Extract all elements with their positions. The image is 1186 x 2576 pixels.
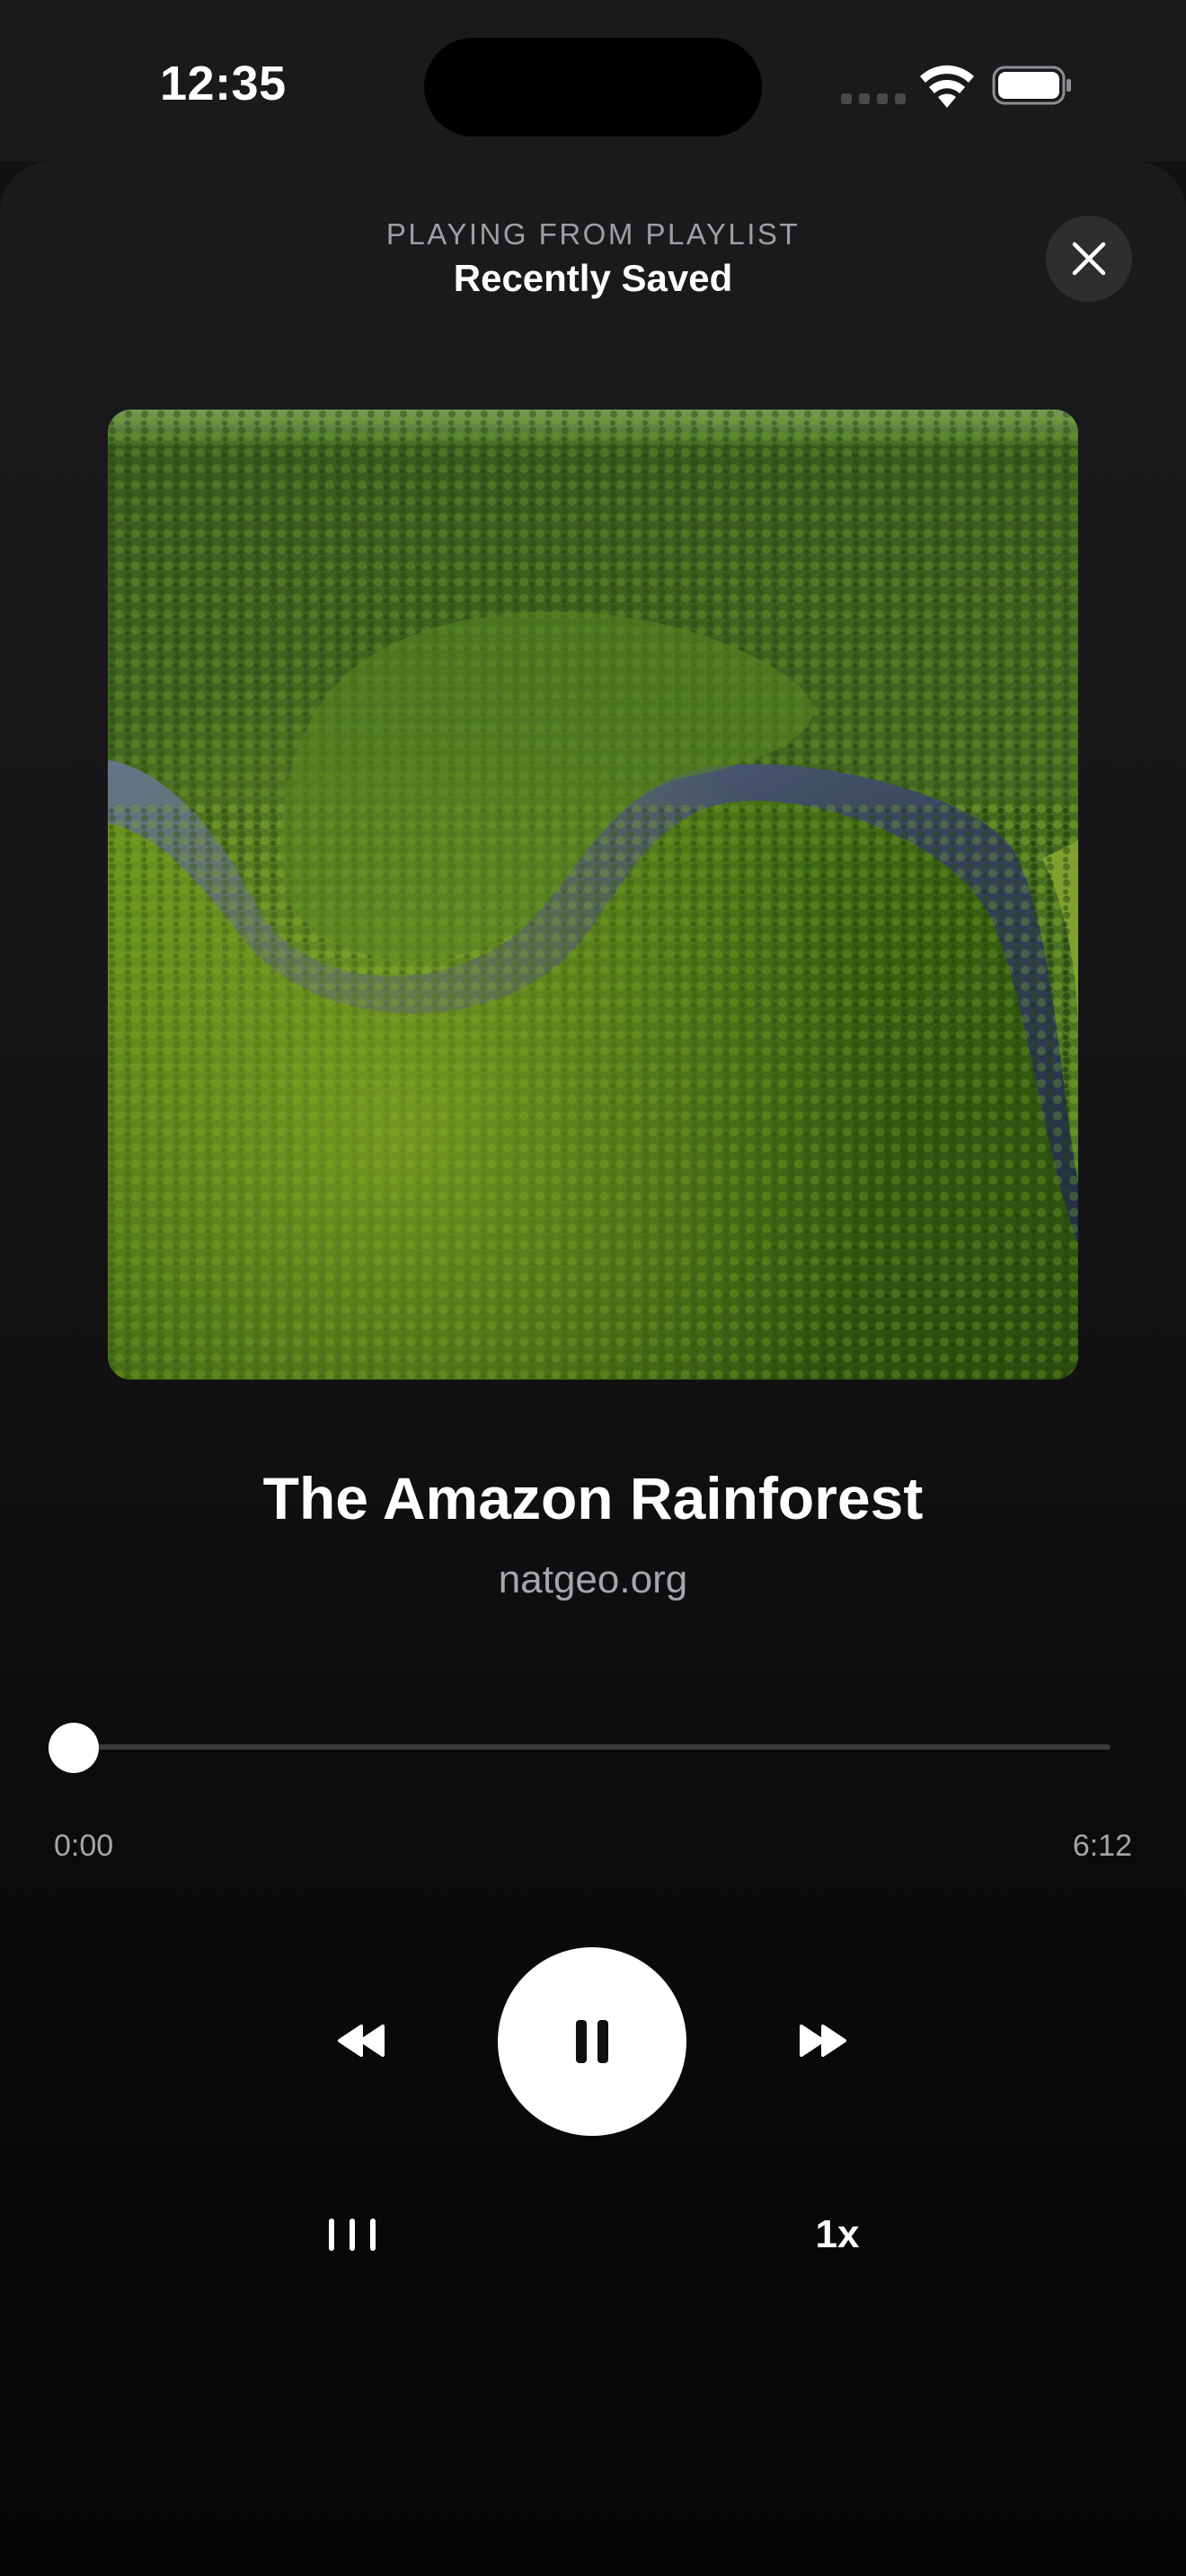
- progress-thumb[interactable]: [49, 1723, 99, 1773]
- status-bar: 12:35: [0, 0, 1186, 162]
- cellular-signal-icon: [841, 93, 906, 104]
- pause-icon: [576, 2020, 608, 2063]
- fast-forward-button[interactable]: [787, 2001, 859, 2080]
- track-source: natgeo.org: [498, 1557, 688, 1601]
- close-button[interactable]: [1046, 216, 1132, 302]
- status-time: 12:35: [160, 57, 287, 110]
- fast-forward-icon: [800, 2025, 846, 2057]
- elapsed-time: 0:00: [54, 1829, 114, 1863]
- rewind-button[interactable]: [325, 2001, 397, 2080]
- close-icon: [1072, 242, 1106, 276]
- track-title: The Amazon Rainforest: [262, 1465, 924, 1531]
- playlist-name: Recently Saved: [453, 257, 733, 299]
- battery-icon: [992, 65, 1073, 106]
- dynamic-island: [424, 38, 762, 137]
- rewind-icon: [338, 2025, 385, 2057]
- progress-bar[interactable]: [74, 1744, 1111, 1750]
- total-duration: 6:12: [1072, 1829, 1132, 1863]
- playback-speed-button[interactable]: 1x: [791, 2208, 884, 2262]
- pause-button[interactable]: [498, 1947, 686, 2136]
- queue-button[interactable]: [316, 2208, 388, 2262]
- queue-icon: [329, 2219, 376, 2251]
- wifi-icon: [918, 63, 976, 108]
- album-artwork: [108, 410, 1078, 1380]
- playlist-caption: PLAYING FROM PLAYLIST: [385, 217, 801, 251]
